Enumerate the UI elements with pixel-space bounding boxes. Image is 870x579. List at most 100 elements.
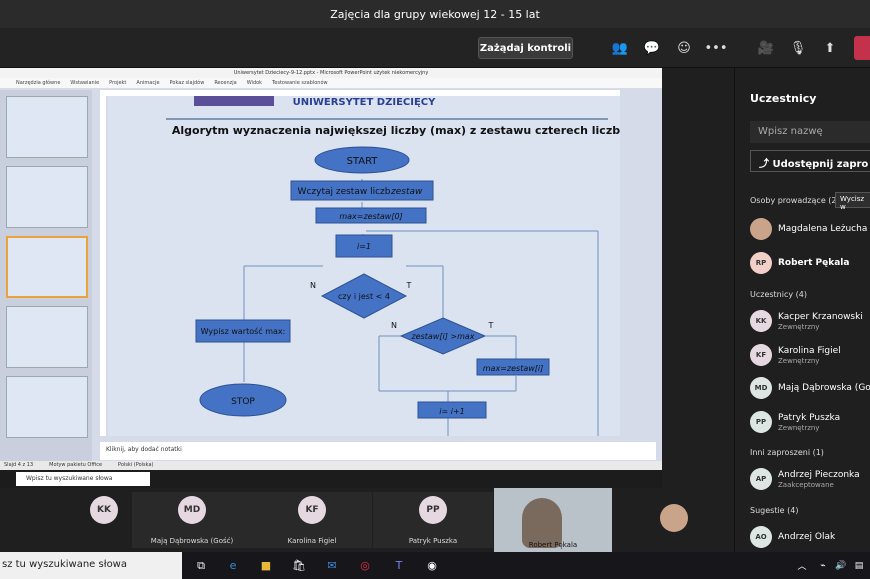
avatar: PP: [419, 496, 447, 524]
avatar-photo: [750, 218, 772, 240]
participant-name: Patryk Puszka: [778, 413, 841, 423]
participant-row[interactable]: RP Robert Pękala: [750, 250, 870, 278]
slide-thumbnail[interactable]: [6, 166, 88, 228]
windows-taskbar: sz tu wyszukiwane słowa ⧉ e ■ 🛍 ✉ ◎ T ◉ …: [0, 552, 870, 579]
avatar: RP: [750, 252, 772, 274]
edge-icon[interactable]: e: [224, 557, 242, 574]
participant-status: Zaakceptowane: [778, 481, 834, 489]
ppt-tab[interactable]: Testowanie szablonów: [272, 78, 328, 88]
participant-name: Patryk Puszka: [408, 537, 458, 545]
init-i-label: i=1: [357, 242, 371, 251]
participants-icon[interactable]: 👥: [610, 38, 630, 58]
slide-thumbnail[interactable]: [6, 376, 88, 438]
participant-row[interactable]: Magdalena Leżucha: [750, 216, 870, 244]
invited-section-label[interactable]: Inni zaproszeni (1): [750, 448, 824, 457]
participant-row[interactable]: MD Mają Dąbrowska (Gość: [750, 375, 870, 403]
teams-icon[interactable]: T: [390, 557, 408, 574]
notes-field[interactable]: Kliknij, aby dodać notatki: [100, 442, 656, 460]
ppt-tab[interactable]: Widok: [247, 78, 262, 88]
ppt-tab[interactable]: Pokaz slajdów: [170, 78, 205, 88]
more-options-icon[interactable]: •••: [705, 38, 728, 58]
participant-row[interactable]: KK Kacper Krzanowski Zewnętrzny: [750, 308, 870, 336]
title-bar: Zajęcia dla grupy wiekowej 12 - 15 lat: [0, 0, 870, 28]
condition1-label: czy i jest < 4: [338, 292, 390, 301]
opera-icon[interactable]: ◎: [356, 557, 374, 574]
avatar: AO: [750, 526, 772, 548]
participant-name: Kacper Krzanowski: [778, 312, 863, 322]
reactions-icon[interactable]: ☺: [674, 38, 694, 58]
suggestions-section-label[interactable]: Sugestie (4): [750, 506, 798, 515]
file-explorer-icon[interactable]: ■: [257, 557, 275, 574]
meeting-toolbar: Zażądaj kontroli 👥 💬 ☺ ••• 🎥 🎙 ⬆: [0, 28, 870, 68]
network-icon[interactable]: ⌁: [814, 557, 832, 574]
start-label: START: [347, 156, 379, 167]
participant-name: Robert Pękala: [778, 258, 850, 268]
leave-button[interactable]: [854, 36, 870, 60]
participant-row[interactable]: KF Karolina Figiel Zewnętrzny: [750, 342, 870, 370]
participant-name: Mają Dąbrowska (Gość: [778, 383, 870, 393]
taskbar-search-input[interactable]: sz tu wyszukiwane słowa: [0, 552, 182, 579]
update-max-label: max=zestaw[i]: [483, 364, 543, 373]
app-icon[interactable]: ◉: [423, 557, 441, 574]
slide-thumbnail[interactable]: [6, 96, 88, 158]
participants-panel: Uczestnicy Wpisz nazwę ⤴ Udostępnij zapr…: [734, 68, 870, 552]
participant-name: Karolina Figiel: [287, 537, 337, 545]
avatar: KF: [750, 344, 772, 366]
slide-canvas[interactable]: UNIWERSYTET DZIECIĘCY Algorytm wyznaczen…: [108, 96, 620, 436]
slide-thumbnail-selected[interactable]: [6, 236, 88, 298]
shared-search-box: Wpisz tu wyszukiwane słowa: [16, 472, 150, 486]
task-view-icon[interactable]: ⧉: [192, 557, 210, 574]
system-tray-up-icon[interactable]: ︿: [793, 557, 811, 574]
participant-name: Magdalena Leżucha: [778, 224, 868, 234]
ppt-ribbon-tabs: Narzędzia główne Wstawianie Projekt Anim…: [0, 78, 662, 88]
ppt-title-bar: Uniwersytet Dzieciecy-9-12.pptx - Micros…: [0, 68, 662, 78]
mail-icon[interactable]: ✉: [323, 557, 341, 574]
camera-off-icon[interactable]: 🎥: [756, 38, 776, 58]
share-invite-label: Udostępnij zapro: [772, 159, 869, 170]
attendees-section-label[interactable]: Uczestnicy (4): [750, 290, 807, 299]
participant-tile[interactable]: PP Patryk Puszka: [373, 492, 493, 548]
avatar: KF: [298, 496, 326, 524]
condition1-no: N: [310, 281, 316, 290]
ppt-tab[interactable]: Narzędzia główne: [16, 78, 60, 88]
notification-icon[interactable]: ▤: [850, 557, 868, 574]
participant-tile[interactable]: KF Karolina Figiel: [252, 492, 372, 548]
presenters-section-label[interactable]: Osoby prowadzące (2): [750, 196, 840, 205]
participant-row[interactable]: PP Patryk Puszka Zewnętrzny: [750, 409, 870, 437]
slide-counter: Slajd 4 z 13: [4, 462, 34, 468]
participant-strip: KK MD Mają Dąbrowska (Gość) KF Karolina …: [0, 488, 734, 552]
ppt-tab[interactable]: Wstawianie: [70, 78, 99, 88]
participant-role: Zewnętrzny: [778, 357, 820, 365]
participant-row[interactable]: AO Andrzej Olak: [750, 524, 870, 552]
chat-icon[interactable]: 💬: [642, 38, 662, 58]
condition2-label: zestaw[i] >max: [410, 332, 474, 341]
avatar: MD: [750, 377, 772, 399]
video-tile[interactable]: Robert Pękala: [494, 488, 612, 552]
volume-icon[interactable]: 🔊: [832, 557, 850, 574]
share-screen-icon[interactable]: ⬆: [820, 38, 840, 58]
participant-search-input[interactable]: Wpisz nazwę: [750, 121, 870, 143]
avatar: KK: [90, 496, 118, 524]
mute-all-button[interactable]: Wycisz w: [835, 192, 870, 211]
share-invite-button[interactable]: ⤴ Udostępnij zapro: [750, 150, 870, 172]
participant-row[interactable]: AP Andrzej Pieczonka Zaakceptowane: [750, 466, 870, 494]
ppt-tab[interactable]: Projekt: [109, 78, 126, 88]
stop-label: STOP: [231, 397, 255, 407]
ppt-tab[interactable]: Recenzja: [214, 78, 236, 88]
read-label: Wczytaj zestaw liczb: [298, 187, 391, 197]
ppt-tab[interactable]: Animacje: [136, 78, 159, 88]
slide-thumbnail[interactable]: [6, 306, 88, 368]
avatar: AP: [750, 468, 772, 490]
request-control-button[interactable]: Zażądaj kontroli: [478, 37, 573, 59]
participant-role: Zewnętrzny: [778, 424, 820, 432]
mic-off-icon[interactable]: 🎙: [788, 38, 808, 58]
store-icon[interactable]: 🛍: [290, 557, 308, 574]
avatar-photo[interactable]: [660, 504, 688, 532]
shared-screen: Uniwersytet Dzieciecy-9-12.pptx - Micros…: [0, 68, 662, 488]
participant-tile[interactable]: MD Mają Dąbrowska (Gość): [132, 492, 252, 548]
participant-name: Andrzej Pieczonka: [778, 470, 860, 480]
meeting-title: Zajęcia dla grupy wiekowej 12 - 15 lat: [330, 7, 540, 21]
slide-thumbnails: [0, 90, 92, 466]
language: Polski (Polska): [118, 462, 154, 468]
assign-max-label: max=zestaw[0]: [339, 212, 402, 221]
